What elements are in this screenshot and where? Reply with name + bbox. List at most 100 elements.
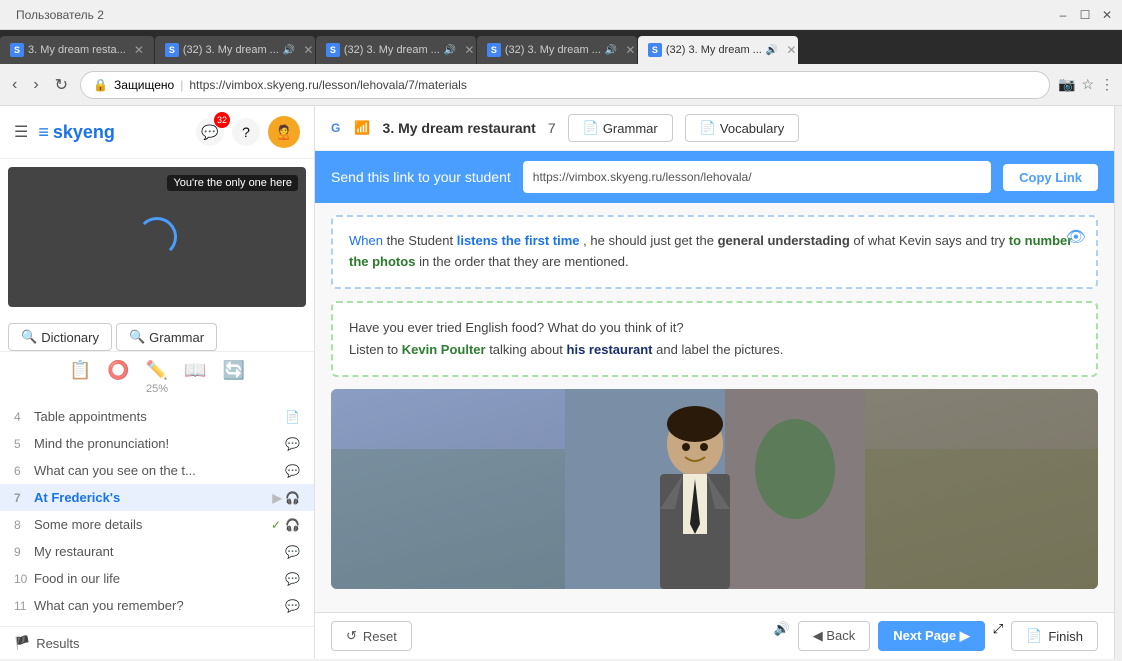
star-icon[interactable]: ☆ [1081,76,1094,93]
content-header: G 📶 3. My dream restaurant 7 📄 Grammar 📄… [315,106,1114,151]
user-avatar[interactable]: 🙎 [268,116,300,148]
lesson-item-6[interactable]: 6 What can you see on the t... 💬 [0,457,314,484]
student-text: the Student [387,233,457,248]
content-scroll: 👁 When the Student listens the first tim… [315,203,1114,612]
sidebar-header: ☰ ≡ skyeng 💬 32 ? 🙎 [0,106,314,159]
lesson-preview: You're the only one here [8,167,306,307]
camera-icon[interactable]: 📷 [1058,76,1075,93]
lesson-item-11[interactable]: 11 What can you remember? 💬 [0,592,314,619]
lesson-name-11: What can you remember? [34,598,279,613]
tab-close-3[interactable]: ✕ [464,43,474,57]
windows-titlebar: Пользователь 2 – ☐ ✕ [0,0,1122,30]
eye-icon: 👁 [1066,227,1086,247]
finish-button[interactable]: 📄 Finish [1011,621,1098,651]
tab-1[interactable]: S 3. My dream resta... ✕ [0,36,154,64]
lesson-item-12[interactable]: 12 Action and non-action ver... 🛡 [0,619,314,626]
next-page-button[interactable]: Next Page ▶ [878,621,984,651]
next-label: Next Page ▶ [893,628,969,644]
grammar-search-tab[interactable]: 🔍 Grammar [116,323,217,351]
main-content: G 📶 3. My dream restaurant 7 📄 Grammar 📄… [315,106,1114,659]
results-button[interactable]: 🏴 Results [0,626,314,659]
lesson-item-5[interactable]: 5 Mind the pronunciation! 💬 [0,430,314,457]
lesson-icons-10: 💬 [285,572,300,586]
of-what-text: of what Kevin says and try [853,233,1008,248]
forward-nav-button[interactable]: › [29,74,42,96]
tab-2[interactable]: S (32) 3. My dream ... 🔊 ✕ [155,36,315,64]
results-flag-icon: 🏴 [14,635,30,651]
search-tabs: 🔍 Dictionary 🔍 Grammar [0,315,314,352]
audio-icon[interactable]: 🔊 [774,621,790,651]
lesson-item-9[interactable]: 9 My restaurant 💬 [0,538,314,565]
separator: | [180,78,183,92]
copy-link-button[interactable]: Copy Link [1003,164,1098,191]
lesson-list: 4 Table appointments 📄 5 Mind the pronun… [0,399,314,626]
notification-bell[interactable]: 💬 32 [196,118,224,146]
lesson-icons-11: 💬 [285,599,300,613]
book-tool-icon[interactable]: 📖 [184,360,206,381]
loading-spinner [137,217,177,257]
reset-button[interactable]: ↺ Reset [331,621,412,651]
address-actions: 📷 ☆ ⋮ [1058,76,1114,93]
restore-button[interactable]: ☐ [1078,8,1092,22]
tab-audio-4: 🔊 [605,45,617,56]
lock-icon: 🔒 [93,78,108,92]
lesson-item-8[interactable]: 8 Some more details ✓ 🎧 [0,511,314,538]
lesson-num-10: 10 [14,572,28,586]
logo: ≡ skyeng [38,122,115,143]
dictionary-tab[interactable]: 🔍 Dictionary [8,323,112,351]
tab-favicon-3: S [326,43,340,57]
tab-5-active[interactable]: S (32) 3. My dream ... 🔊 ✕ [638,36,798,64]
hamburger-menu[interactable]: ☰ [14,122,28,142]
vocabulary-tab-button[interactable]: 📄 Vocabulary [685,114,800,142]
link-input[interactable] [523,161,991,193]
tab-close-1[interactable]: ✕ [134,43,144,57]
refresh-tool-icon[interactable]: 🔄 [223,360,245,381]
lesson-item-4[interactable]: 4 Table appointments 📄 [0,403,314,430]
tab-favicon-5: S [648,43,662,57]
menu-icon[interactable]: ⋮ [1100,76,1114,93]
tab-close-4[interactable]: ✕ [625,43,635,57]
minimize-button[interactable]: – [1056,8,1070,22]
copy-tool-icon[interactable]: 📋 [69,360,91,381]
tab-4[interactable]: S (32) 3. My dream ... 🔊 ✕ [477,36,637,64]
tab-close-5[interactable]: ✕ [786,43,796,57]
results-label: Results [36,636,79,651]
listen-to-text: Listen to [349,342,402,357]
lesson-item-7[interactable]: 7 At Frederick's ▶ 🎧 [0,484,314,511]
app-container: ☰ ≡ skyeng 💬 32 ? 🙎 You're the only one … [0,106,1122,659]
lesson-image [331,389,1098,589]
expand-icon[interactable]: ⤢ [993,621,1003,651]
lesson-item-10[interactable]: 10 Food in our life 💬 [0,565,314,592]
back-nav-button[interactable]: ‹ [8,74,21,96]
vocabulary-doc-icon: 📄 [700,120,716,136]
when-text: When [349,233,383,248]
help-icon[interactable]: ? [232,118,260,146]
circle-tool-icon[interactable]: ⭕ [107,360,129,381]
tab-close-2[interactable]: ✕ [303,43,313,57]
tab-label-3: (32) 3. My dream ... [344,44,440,56]
refresh-button[interactable]: ↻ [51,73,72,97]
user-label: Пользователь 2 [8,8,104,22]
finish-icon: 📄 [1026,628,1042,644]
progress-text: 25% [0,381,314,399]
nav-buttons: 🔊 ◀ Back Next Page ▶ ⤢ 📄 Finish [774,621,1098,651]
right-scrollbar[interactable] [1114,106,1122,659]
tab-audio-3: 🔊 [444,45,456,56]
edit-tool-icon[interactable]: ✏️ [146,360,168,381]
back-button[interactable]: ◀ Back [798,621,871,651]
talking-text: talking about [489,342,566,357]
notification-count: 32 [214,112,230,128]
close-window-button[interactable]: ✕ [1100,8,1114,22]
vocabulary-tab-label: Vocabulary [720,121,784,136]
tab-3[interactable]: S (32) 3. My dream ... 🔊 ✕ [316,36,476,64]
link-bar: Send this link to your student Copy Link [315,151,1114,203]
address-input[interactable]: 🔒 Защищено | https://vimbox.skyeng.ru/le… [80,71,1050,99]
have-you-text: Have you ever tried English food? What d… [349,320,684,335]
bottom-bar: ↺ Reset 🔊 ◀ Back Next Page ▶ ⤢ 📄 Finish [315,612,1114,659]
tab-favicon-1: S [10,43,24,57]
lesson-num-6: 6 [14,464,28,478]
reset-icon: ↺ [346,628,357,644]
grammar-tab-button[interactable]: 📄 Grammar [568,114,673,142]
lesson-icons-5: 💬 [285,437,300,451]
lesson-name-10: Food in our life [34,571,279,586]
